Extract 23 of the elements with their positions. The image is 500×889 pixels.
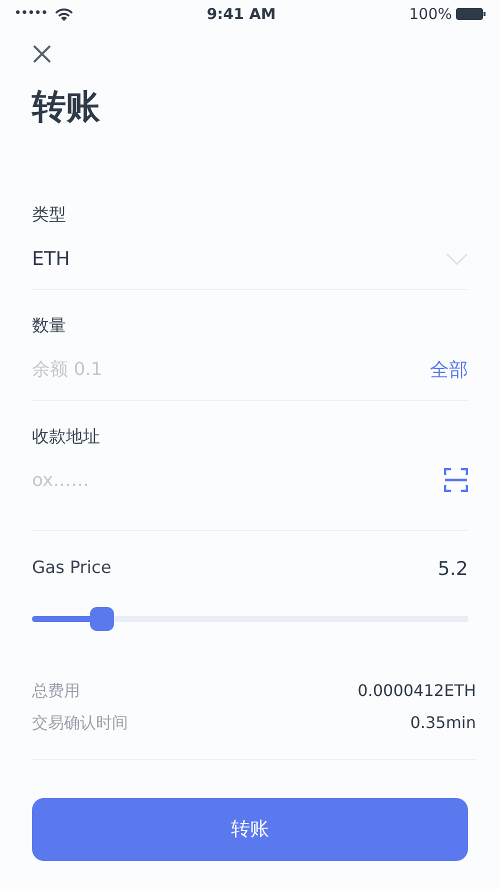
field-label: 数量: [32, 315, 67, 338]
page-title: 转账: [32, 86, 101, 129]
status-time: 9:41 AM: [206, 4, 276, 25]
signal-icon: •••••: [14, 4, 48, 24]
close-button[interactable]: [32, 44, 52, 64]
type-value[interactable]: ETH: [32, 244, 70, 273]
summary-label: 交易确认时间: [32, 712, 128, 734]
summary-value: 0.35min: [410, 712, 476, 734]
summary-label: 总费用: [32, 680, 80, 702]
wifi-icon: [55, 8, 74, 20]
field-label: 类型: [32, 204, 67, 227]
slider-thumb[interactable]: [90, 607, 114, 631]
transfer-button[interactable]: 转账: [32, 798, 468, 861]
battery-level: 100%: [409, 4, 452, 25]
gas-price-reading: 5.2: [438, 556, 468, 582]
address-field[interactable]: ox……: [32, 466, 444, 494]
summary-value: 0.0000412ETH: [358, 680, 476, 702]
field-label: 收款地址: [32, 426, 101, 449]
all-link[interactable]: 全部: [430, 356, 468, 384]
gas-price-label: Gas Price: [32, 557, 112, 580]
scan-icon[interactable]: [444, 468, 468, 492]
amount-field[interactable]: 余额 0.1: [32, 356, 430, 384]
battery-icon: [456, 8, 486, 20]
